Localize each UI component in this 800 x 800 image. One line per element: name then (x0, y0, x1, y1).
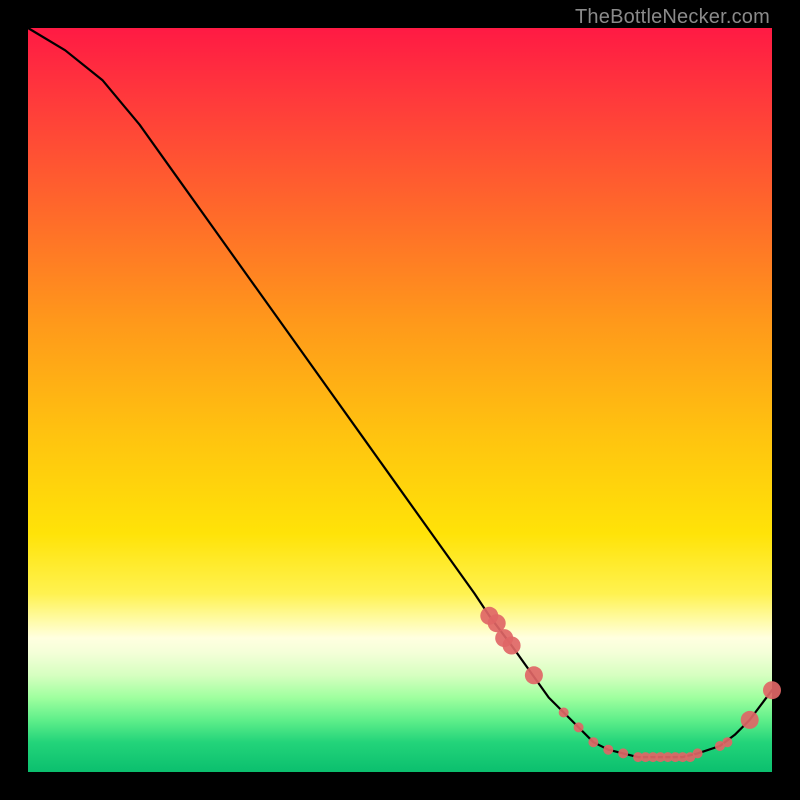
marker-dot (574, 722, 584, 732)
curve-layer (28, 28, 772, 757)
marker-layer (480, 607, 781, 762)
marker-dot (741, 711, 759, 729)
marker-dot (693, 748, 703, 758)
marker-dot (588, 737, 598, 747)
marker-dot (722, 737, 732, 747)
bottleneck-curve-path (28, 28, 772, 757)
marker-dot (503, 637, 521, 655)
chart-plot-area (28, 28, 772, 772)
marker-dot (525, 666, 543, 684)
chart-svg (28, 28, 772, 772)
watermark-text: TheBottleNecker.com (575, 6, 770, 29)
marker-dot (618, 748, 628, 758)
marker-dot (559, 708, 569, 718)
marker-dot (603, 745, 613, 755)
marker-dot (763, 681, 781, 699)
chart-stage: TheBottleNecker.com (0, 0, 800, 800)
